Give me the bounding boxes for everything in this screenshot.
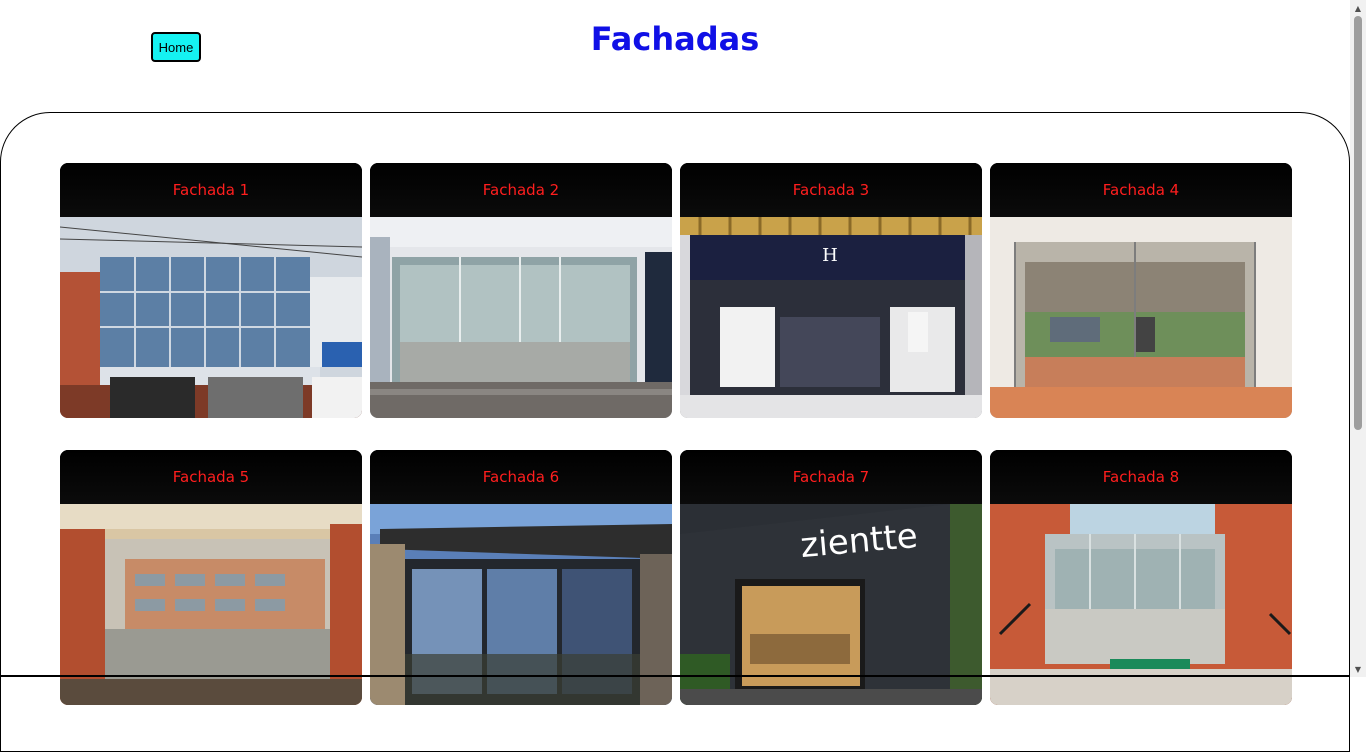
card-title: Fachada 7 [680,450,982,504]
gallery-card[interactable]: Fachada 1 [60,163,362,418]
card-title: Fachada 4 [990,163,1292,217]
facade-photo-4[interactable] [990,217,1292,418]
page-title: Fachadas [590,20,760,58]
facade-photo-2[interactable] [370,217,672,418]
gallery-card[interactable]: Fachada 4 [990,163,1292,418]
gallery-container: Fachada 1 Fachada 2 Fachada 3 H Fachada … [0,112,1350,752]
facade-photo-1[interactable] [60,217,362,418]
card-title: Fachada 8 [990,450,1292,504]
card-title: Fachada 2 [370,163,672,217]
gallery-card[interactable]: Fachada 6 [370,450,672,705]
gallery-card[interactable]: Fachada 8 [990,450,1292,705]
card-title: Fachada 5 [60,450,362,504]
scrollbar-thumb[interactable] [1354,16,1362,430]
card-title: Fachada 3 [680,163,982,217]
scroll-up-icon[interactable]: ▲ [1350,0,1366,16]
card-title: Fachada 6 [370,450,672,504]
svg-text:H: H [822,245,838,266]
gallery-card[interactable]: Fachada 3 H [680,163,982,418]
vertical-scrollbar[interactable]: ▲ ▼ [1350,0,1366,677]
gallery-card[interactable]: Fachada 7 zientte [680,450,982,705]
gallery-card[interactable]: Fachada 5 [60,450,362,705]
card-title: Fachada 1 [60,163,362,217]
scroll-down-icon[interactable]: ▼ [1350,661,1366,677]
gallery-card[interactable]: Fachada 2 [370,163,672,418]
facade-photo-3[interactable]: H [680,217,982,418]
